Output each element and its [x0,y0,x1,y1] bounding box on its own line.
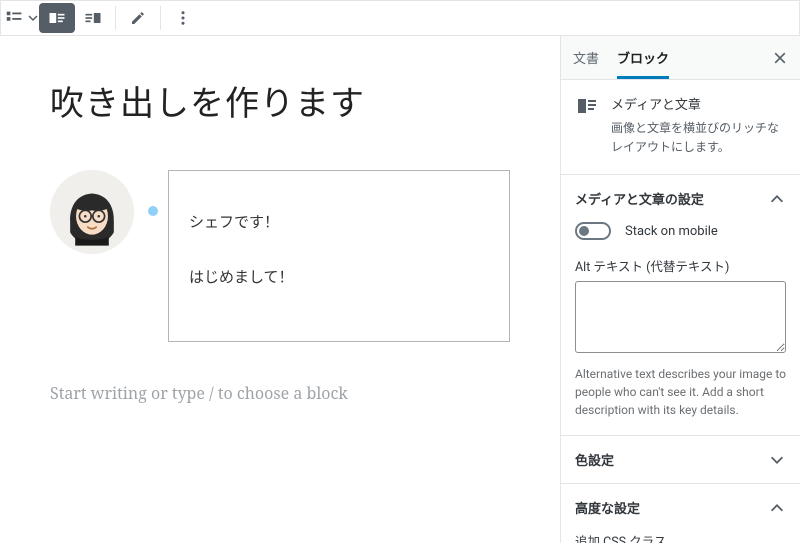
panel-toggle-color[interactable]: 色設定 [561,436,800,483]
more-vertical-icon [174,9,192,27]
media-text-block-icon [575,94,599,118]
stack-on-mobile-row: Stack on mobile [575,222,786,240]
block-card-description: 画像と文章を横並びのリッチなレイアウトにします。 [611,119,786,156]
panel-advanced-settings: 高度な設定 追加 CSS クラス [561,484,800,543]
avatar-image[interactable] [50,170,134,254]
close-icon [772,50,788,66]
panel-media-text-settings: メディアと文章の設定 Stack on mobile Alt テキスト (代替テ… [561,175,800,436]
alt-text-textarea[interactable] [575,281,786,353]
speech-bubble[interactable]: シェフです！ はじめまして！ [168,170,510,342]
tab-block[interactable]: ブロック [617,36,669,79]
default-block-appender[interactable]: Start writing or type / to choose a bloc… [50,382,510,404]
settings-sidebar: 文書 ブロック メディアと文章 画像と文章を横並びのリッチなレイアウトにします。… [560,36,800,543]
stack-on-mobile-label: Stack on mobile [625,224,718,239]
list-icon [4,7,26,29]
panel-toggle-media-text[interactable]: メディアと文章の設定 [561,175,800,222]
toolbar-separator [160,6,161,30]
alt-text-label: Alt テキスト (代替テキスト) [575,256,786,275]
chevron-down-icon [28,13,38,23]
media-left-icon [47,8,67,28]
block-toolbar [0,0,800,36]
close-sidebar-button[interactable] [772,50,788,66]
panel-toggle-advanced[interactable]: 高度な設定 [561,484,800,531]
stack-on-mobile-toggle[interactable] [575,222,611,240]
media-right-button[interactable] [75,3,111,33]
tab-document[interactable]: 文書 [573,36,599,79]
panel-title: 色設定 [575,450,614,469]
block-card-title: メディアと文章 [611,94,786,113]
main-area: 吹き出しを作ります [0,36,800,543]
editor-canvas[interactable]: 吹き出しを作ります [0,36,560,543]
avatar-illustration-icon [50,170,134,254]
bubble-wrapper: シェフです！ はじめまして！ [148,170,510,342]
sidebar-tabs: 文書 ブロック [561,36,800,80]
block-card: メディアと文章 画像と文章を横並びのリッチなレイアウトにします。 [561,80,800,175]
panel-title: 高度な設定 [575,498,640,517]
more-options-button[interactable] [165,3,201,33]
css-class-label: 追加 CSS クラス [575,531,786,543]
media-right-icon [83,8,103,28]
panel-color-settings: 色設定 [561,436,800,484]
chevron-down-icon [768,451,786,469]
panel-title: メディアと文章の設定 [575,189,704,208]
alt-text-help: Alternative text describes your image to… [575,365,786,419]
toolbar-separator [115,6,116,30]
resize-handle[interactable] [148,206,158,216]
media-left-button[interactable] [39,3,75,33]
align-dropdown-button[interactable] [3,3,39,33]
bubble-text-line[interactable]: はじめまして！ [189,266,493,287]
edit-media-button[interactable] [120,3,156,33]
chevron-up-icon [768,499,786,517]
pencil-icon [129,9,147,27]
media-text-block[interactable]: シェフです！ はじめまして！ [50,170,510,342]
post-title[interactable]: 吹き出しを作ります [50,76,510,125]
bubble-text-line[interactable]: シェフです！ [189,211,493,232]
chevron-up-icon [768,190,786,208]
